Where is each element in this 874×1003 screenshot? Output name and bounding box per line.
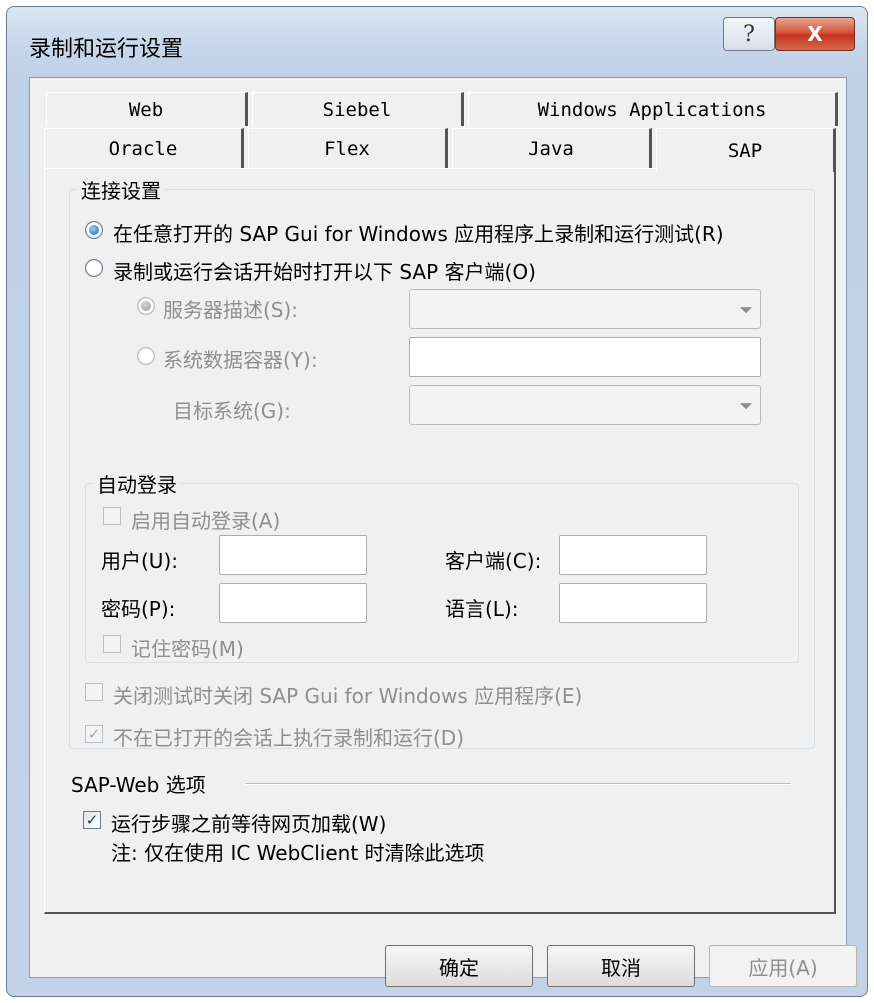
system-container-label: 系统数据容器(Y): <box>163 348 318 372</box>
wait-page-load-checkbox[interactable]: ✓ <box>83 811 101 829</box>
tab-java[interactable]: Java <box>452 128 652 168</box>
tab-windows-applications[interactable]: Windows Applications <box>468 92 838 126</box>
ok-button-label: 确定 <box>439 955 479 980</box>
language-input[interactable] <box>559 583 707 623</box>
radio-any-session[interactable] <box>85 221 103 239</box>
password-label: 密码(P): <box>101 597 176 621</box>
tab-java-label: Java <box>528 137 574 160</box>
tab-flex-label: Flex <box>324 137 370 160</box>
sapweb-legend: SAP-Web 选项 <box>71 773 206 797</box>
user-input[interactable] <box>219 535 367 575</box>
radio-open-client[interactable] <box>85 259 103 277</box>
close-sapgui-label: 关闭测试时关闭 SAP Gui for Windows 应用程序(E) <box>113 684 583 708</box>
user-label: 用户(U): <box>101 549 178 573</box>
chevron-down-icon <box>740 307 752 314</box>
server-description-combo[interactable] <box>409 289 761 329</box>
remember-password-label: 记住密码(M) <box>131 637 244 661</box>
tab-flex[interactable]: Flex <box>248 128 448 168</box>
no-open-session-label: 不在已打开的会话上执行录制和运行(D) <box>113 726 465 750</box>
tab-siebel-label: Siebel <box>322 98 392 121</box>
tab-web[interactable]: Web <box>46 92 248 126</box>
radio-system-container[interactable] <box>137 347 155 365</box>
enable-autologin-checkbox[interactable] <box>103 507 121 525</box>
tab-sap[interactable]: SAP <box>656 128 836 172</box>
check-icon: ✓ <box>85 811 99 829</box>
cancel-button-label: 取消 <box>601 955 641 980</box>
sapweb-note: 注: 仅在使用 IC WebClient 时清除此选项 <box>111 841 485 865</box>
autologin-legend: 自动登录 <box>93 469 181 498</box>
title-bar[interactable]: 录制和运行设置 ? X <box>7 7 867 77</box>
tab-oracle[interactable]: Oracle <box>44 128 244 168</box>
dialog-window: 录制和运行设置 ? X Web Siebel Windows Applicati… <box>6 6 868 997</box>
language-label: 语言(L): <box>445 597 519 621</box>
cancel-button[interactable]: 取消 <box>547 945 695 987</box>
connection-legend: 连接设置 <box>77 175 165 204</box>
dialog-body: Web Siebel Windows Applications Oracle F… <box>29 77 847 978</box>
close-sapgui-checkbox[interactable] <box>85 683 103 701</box>
window-title: 录制和运行设置 <box>29 37 184 62</box>
chevron-down-icon <box>740 403 752 410</box>
tab-web-label: Web <box>128 98 164 121</box>
remember-password-checkbox[interactable] <box>103 635 121 653</box>
wait-page-load-label: 运行步骤之前等待网页加载(W) <box>111 812 387 836</box>
close-icon: X <box>807 22 823 46</box>
tab-oracle-label: Oracle <box>108 137 178 160</box>
enable-autologin-label: 启用自动登录(A) <box>131 509 281 533</box>
system-container-input[interactable] <box>409 337 761 377</box>
no-open-session-checkbox[interactable]: ✓ <box>85 725 103 743</box>
password-input[interactable] <box>219 583 367 623</box>
ok-button[interactable]: 确定 <box>385 945 533 987</box>
target-system-label: 目标系统(G): <box>173 399 291 423</box>
apply-button-label: 应用(A) <box>748 955 818 980</box>
apply-button[interactable]: 应用(A) <box>709 945 857 987</box>
help-button[interactable]: ? <box>723 17 775 51</box>
server-description-label: 服务器描述(S): <box>163 298 299 322</box>
sapweb-divider <box>245 783 791 785</box>
radio-server-description[interactable] <box>137 297 155 315</box>
radio-any-session-label: 在任意打开的 SAP Gui for Windows 应用程序上录制和运行测试(… <box>113 222 724 246</box>
client-label: 客户端(C): <box>445 549 542 573</box>
check-icon: ✓ <box>87 725 101 743</box>
tab-sap-label: SAP <box>727 139 763 162</box>
tab-windows-applications-label: Windows Applications <box>537 98 767 121</box>
client-input[interactable] <box>559 535 707 575</box>
sap-tab-panel: 连接设置 在任意打开的 SAP Gui for Windows 应用程序上录制和… <box>44 168 836 914</box>
close-button[interactable]: X <box>775 17 855 51</box>
radio-open-client-label: 录制或运行会话开始时打开以下 SAP 客户端(O) <box>113 260 536 284</box>
help-icon: ? <box>743 21 755 47</box>
target-system-combo[interactable] <box>409 385 761 425</box>
tab-siebel[interactable]: Siebel <box>252 92 464 126</box>
